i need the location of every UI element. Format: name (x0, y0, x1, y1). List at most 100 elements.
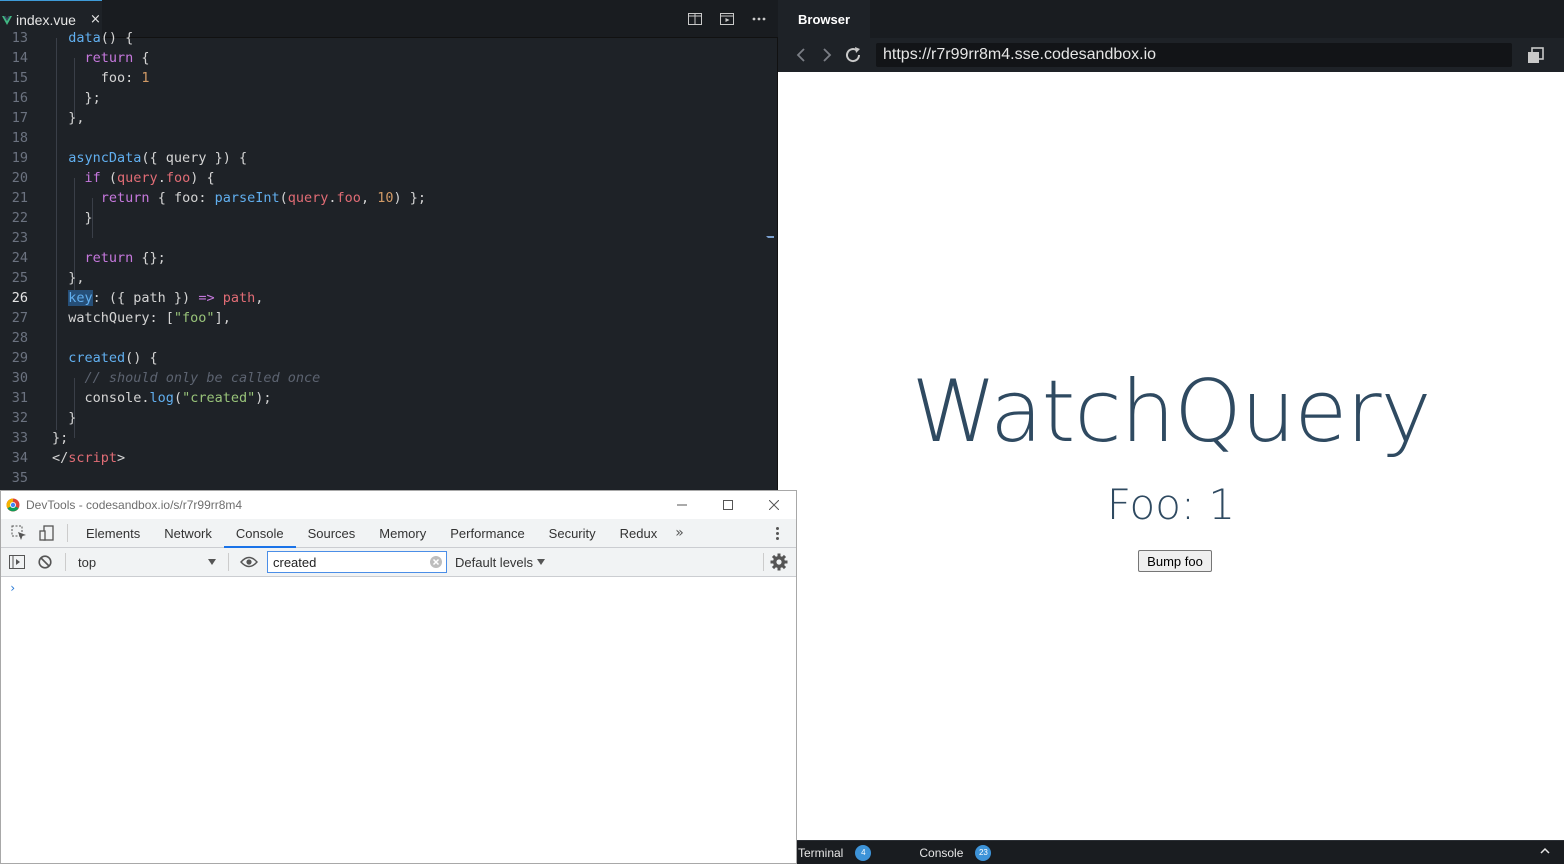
code-area[interactable]: 13 data() {14 return {15 foo: 1 16 }; 17 }… (0, 28, 778, 490)
clear-console-icon[interactable] (31, 548, 59, 576)
maximize-icon[interactable] (705, 491, 751, 519)
clear-filter-icon[interactable] (429, 555, 443, 569)
console-settings-gear-icon[interactable] (770, 553, 788, 571)
code-token: data (68, 30, 101, 46)
line-number: 17 (11, 110, 28, 126)
code-line[interactable]: 31 console.log("created"); (0, 388, 778, 408)
devtools-title: DevTools - codesandbox.io/s/r7r99rr8m4 (26, 498, 243, 512)
inspect-element-icon[interactable] (5, 519, 33, 547)
console-filter-input[interactable] (267, 551, 447, 573)
chrome-icon (6, 498, 20, 512)
code-line[interactable]: 18 (0, 128, 778, 148)
execution-context-select[interactable]: top (72, 551, 222, 573)
code-line[interactable]: 25 }, (0, 268, 778, 288)
url-bar[interactable]: https://r7r99rr8m4.sse.codesandbox.io (876, 43, 1512, 67)
preview-icon[interactable] (718, 10, 736, 28)
terminal-tab[interactable]: Terminal 4 (798, 844, 872, 861)
line-number: 32 (11, 410, 28, 426)
devtools-tab-elements[interactable]: Elements (74, 519, 152, 548)
code-line[interactable]: 19 asyncData({ query }) { (0, 148, 778, 168)
code-token: watchQuery: [ (52, 310, 174, 326)
close-window-icon[interactable] (751, 491, 797, 519)
devtools-tab-memory[interactable]: Memory (367, 519, 438, 548)
more-tabs-icon[interactable]: » (669, 525, 690, 541)
code-line[interactable]: 15 foo: 1 (0, 68, 778, 88)
code-line[interactable]: 20 if (query.foo) { (0, 168, 778, 188)
console-tab[interactable]: Console 23 (919, 844, 992, 861)
refresh-icon[interactable] (842, 44, 864, 66)
line-number: 30 (11, 370, 28, 386)
line-number: 20 (11, 170, 28, 186)
code-line[interactable]: 32 } (0, 408, 778, 428)
code-line[interactable]: 21 return { foo: parseInt(query.foo, 10)… (0, 188, 778, 208)
code-text: created() { (52, 348, 157, 368)
code-token: { (133, 50, 150, 66)
devtools-tab-security[interactable]: Security (537, 519, 608, 548)
show-sidebar-icon[interactable] (3, 548, 31, 576)
code-token: : ({ path }) (92, 290, 199, 306)
code-line[interactable]: 23 (0, 228, 778, 248)
close-icon[interactable]: × (90, 12, 101, 27)
code-token: }; (52, 90, 101, 106)
live-expression-eye-icon[interactable] (235, 548, 263, 576)
code-line[interactable]: 29 created() { (0, 348, 778, 368)
code-line[interactable]: 14 return { (0, 48, 778, 68)
code-text: data() { (52, 28, 133, 48)
code-token: parseInt (214, 190, 280, 206)
vue-icon (2, 15, 12, 25)
log-levels-select[interactable]: Default levels (455, 555, 546, 570)
code-line[interactable]: 33}; (0, 428, 778, 448)
code-line[interactable]: 28 (0, 328, 778, 348)
line-number: 34 (11, 450, 28, 466)
devtools-tab-redux[interactable]: Redux (608, 519, 670, 548)
bump-foo-button[interactable]: Bump foo (1138, 550, 1212, 572)
open-new-window-icon[interactable] (1526, 46, 1546, 66)
code-text: if (query.foo) { (52, 168, 215, 188)
code-line[interactable]: 27 watchQuery: ["foo"], (0, 308, 778, 328)
device-toolbar-icon[interactable] (33, 519, 61, 547)
code-line[interactable]: 26 key: ({ path }) => path, (0, 288, 778, 308)
console-toolbar: top Default levels (1, 548, 796, 577)
browser-tab[interactable]: Browser (778, 0, 870, 38)
code-line[interactable]: 30 // should only be called once (0, 368, 778, 388)
devtools-tab-performance[interactable]: Performance (438, 519, 536, 548)
back-icon[interactable] (790, 44, 812, 66)
code-text: // should only be called once (52, 368, 321, 388)
devtools-tab-sources[interactable]: Sources (296, 519, 368, 548)
devtools-tab-network[interactable]: Network (152, 519, 224, 548)
code-token: created (68, 350, 126, 366)
code-line[interactable]: 16 }; (0, 88, 778, 108)
code-token: 10 (377, 190, 394, 206)
code-token: }, (52, 110, 85, 126)
code-token: {}; (133, 250, 166, 266)
code-token: ({ query }) { (141, 150, 248, 166)
code-token: console. (52, 390, 150, 406)
code-line[interactable]: 24 return {}; (0, 248, 778, 268)
code-text: }, (52, 108, 85, 128)
split-editor-icon[interactable] (686, 10, 704, 28)
code-line[interactable]: 17 }, (0, 108, 778, 128)
browser-panel: Browser https://r7r99rr8m4.sse.codesandb… (778, 0, 1564, 840)
code-editor[interactable]: index.vue × 13 data() {14 return {15 foo… (0, 0, 778, 490)
code-line[interactable]: 13 data() { (0, 28, 778, 48)
console-prompt[interactable]: › (9, 581, 16, 595)
code-line[interactable]: 34 </script> (0, 448, 778, 468)
code-line[interactable]: 35 (0, 468, 778, 488)
devtools-menu-icon[interactable] (768, 524, 786, 542)
minimize-icon[interactable] (659, 491, 705, 519)
more-options-icon[interactable] (750, 10, 768, 28)
forward-icon[interactable] (816, 44, 838, 66)
terminal-count-badge: 4 (855, 844, 872, 861)
page-title: WatchQuery (911, 362, 1431, 462)
devtools-tab-console[interactable]: Console (223, 519, 296, 548)
code-token: }, (52, 270, 85, 286)
code-token: return (84, 50, 134, 66)
code-line[interactable]: 22 } (0, 208, 778, 228)
console-output[interactable]: › (1, 577, 796, 863)
chevron-up-icon[interactable] (1540, 845, 1550, 858)
devtools-window: DevTools - codesandbox.io/s/r7r99rr8m4 E… (0, 490, 797, 864)
